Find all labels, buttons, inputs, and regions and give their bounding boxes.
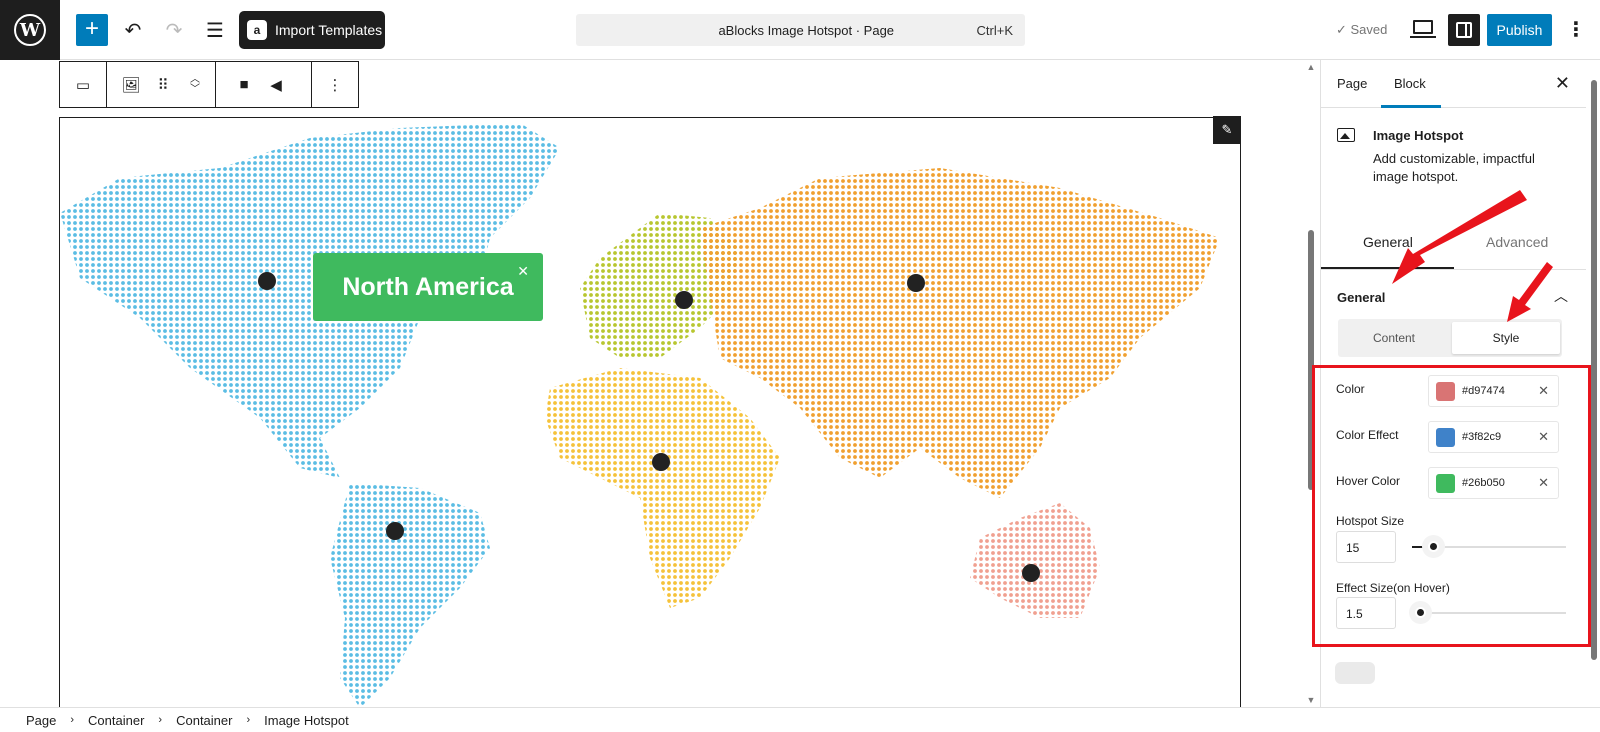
options-menu-icon[interactable]: ⋮ [1566, 16, 1586, 44]
hover-color-picker[interactable]: #26b050 ✕ [1428, 467, 1559, 499]
clear-color-icon[interactable]: ✕ [1538, 383, 1549, 399]
color-hex: #d97474 [1462, 385, 1505, 397]
segment-style[interactable]: Style [1452, 322, 1560, 354]
import-templates-label: Import Templates [275, 22, 383, 38]
breadcrumb-chevron-icon: › [246, 714, 251, 726]
tab-general[interactable]: General [1363, 234, 1413, 250]
close-sidebar-icon[interactable]: ✕ [1555, 73, 1570, 94]
hover-color-hex: #26b050 [1462, 477, 1505, 489]
popup-title: North America [342, 272, 514, 301]
scroll-down-icon[interactable]: ▼ [1305, 695, 1317, 705]
undo-icon[interactable]: ↶ [119, 16, 147, 44]
effect-size-label: Effect Size(on Hover) [1336, 581, 1450, 595]
popup-close-icon[interactable]: ✕ [517, 263, 529, 280]
hotspot-popup: North America ✕ [313, 253, 543, 321]
color-picker[interactable]: #d97474 ✕ [1428, 375, 1559, 407]
editor-topbar: W + ↶ ↷ ☰ a Import Templates aBlocks Ima… [0, 0, 1600, 60]
sidebar-partial-control[interactable] [1335, 662, 1375, 684]
breadcrumb: Page › Container › Container › Image Hot… [0, 707, 1600, 732]
hotspot-north-america[interactable] [258, 272, 276, 290]
hover-color-label: Hover Color [1336, 474, 1401, 488]
move-up-down-icon[interactable]: ︿ ﹀ [179, 69, 211, 101]
breadcrumb-item[interactable]: Container [176, 713, 232, 728]
world-map-image[interactable] [59, 117, 1241, 707]
hotspot-asia[interactable] [907, 274, 925, 292]
add-block-button[interactable]: + [76, 14, 108, 46]
tab-block[interactable]: Block [1394, 76, 1426, 91]
scroll-up-icon[interactable]: ▲ [1305, 62, 1317, 72]
preview-desktop-icon[interactable] [1410, 20, 1436, 38]
ablocks-icon[interactable]: ◀ [260, 69, 292, 101]
color-effect-picker[interactable]: #3f82c9 ✕ [1428, 421, 1559, 453]
panel-title: General [1337, 290, 1386, 305]
color-effect-label: Color Effect [1336, 428, 1399, 442]
sidebar-scrollbar[interactable] [1588, 60, 1600, 707]
comment-icon[interactable]: ■ [228, 69, 260, 101]
color-label: Color [1336, 382, 1365, 396]
hotspot-africa[interactable] [652, 453, 670, 471]
image-hotspot-icon [1337, 128, 1355, 142]
breadcrumb-chevron-icon: › [158, 714, 163, 726]
container-icon[interactable]: ▭ [67, 69, 99, 101]
color-swatch[interactable] [1436, 382, 1455, 401]
wordpress-logo-icon[interactable]: W [0, 0, 60, 60]
breadcrumb-item[interactable]: Container [88, 713, 144, 728]
hotspot-size-slider-thumb[interactable] [1428, 541, 1439, 552]
block-toolbar: ▭ 🖼 ⠿ ︿ ﹀ ■ ◀ ⋮ [59, 61, 359, 108]
block-description: Add customizable, impactful image hotspo… [1373, 151, 1535, 184]
block-more-group: ⋮ [311, 61, 359, 108]
hover-color-swatch[interactable] [1436, 474, 1455, 493]
document-title: aBlocks Image Hotspot · Page [718, 22, 895, 38]
clear-hover-color-icon[interactable]: ✕ [1538, 475, 1549, 491]
block-type-group: 🖼 ⠿ ︿ ﹀ [106, 61, 216, 108]
segment-content[interactable]: Content [1338, 319, 1450, 357]
clear-color-effect-icon[interactable]: ✕ [1538, 429, 1549, 445]
saved-status: ✓ Saved [1336, 22, 1388, 37]
tab-advanced[interactable]: Advanced [1486, 234, 1548, 250]
drag-handle-icon[interactable]: ⠿ [147, 69, 179, 101]
hotspot-size-label: Hotspot Size [1336, 514, 1405, 528]
publish-button[interactable]: Publish [1487, 14, 1552, 46]
tab-page[interactable]: Page [1337, 76, 1367, 91]
color-effect-hex: #3f82c9 [1462, 431, 1502, 443]
chevron-up-icon[interactable]: ︿ [1554, 286, 1568, 306]
breadcrumb-item: Image Hotspot [264, 712, 349, 728]
import-templates-button[interactable]: a Import Templates [239, 11, 385, 49]
shortcut-hint: Ctrl+K [976, 22, 1013, 38]
sidebar-tabs: Page Block ✕ [1321, 60, 1586, 108]
sidebar-scrollbar-thumb[interactable] [1591, 80, 1597, 660]
hotspot-south-america[interactable] [386, 522, 404, 540]
effect-size-input[interactable]: 1.5 [1336, 597, 1396, 629]
block-card: Image Hotspot Add customizable, impactfu… [1321, 108, 1586, 220]
block-name: Image Hotspot [1373, 128, 1464, 143]
world-map-graphic [60, 123, 1220, 707]
templates-icon: a [247, 20, 267, 40]
redo-icon[interactable]: ↷ [160, 16, 188, 44]
parent-select[interactable]: ▭ [59, 61, 107, 108]
general-tab-indicator [1321, 267, 1454, 269]
effect-size-track[interactable] [1412, 612, 1566, 614]
breadcrumb-item[interactable]: Page [26, 713, 56, 728]
effect-size-slider-thumb[interactable] [1415, 607, 1426, 618]
document-overview-icon[interactable]: ☰ [201, 16, 229, 44]
hotspot-australia[interactable] [1022, 564, 1040, 582]
content-style-switch: Content Style [1338, 319, 1562, 357]
inspector-tabs: General Advanced [1321, 220, 1586, 270]
edit-pencil-icon[interactable]: ✎ [1213, 116, 1241, 144]
hotspot-europe[interactable] [675, 291, 693, 309]
image-block-icon[interactable]: 🖼 [115, 69, 147, 101]
settings-sidebar-toggle-icon[interactable] [1448, 14, 1480, 46]
more-options-icon[interactable]: ⋮ [319, 69, 351, 101]
command-palette-bar[interactable]: aBlocks Image Hotspot · Page Ctrl+K [576, 14, 1025, 46]
general-panel-header[interactable]: General ︿ [1321, 270, 1586, 322]
color-effect-swatch[interactable] [1436, 428, 1455, 447]
saved-label: Saved [1350, 22, 1388, 37]
block-actions-group: ■ ◀ [215, 61, 312, 108]
hotspot-size-input[interactable]: 15 [1336, 531, 1396, 563]
breadcrumb-chevron-icon: › [70, 714, 75, 726]
